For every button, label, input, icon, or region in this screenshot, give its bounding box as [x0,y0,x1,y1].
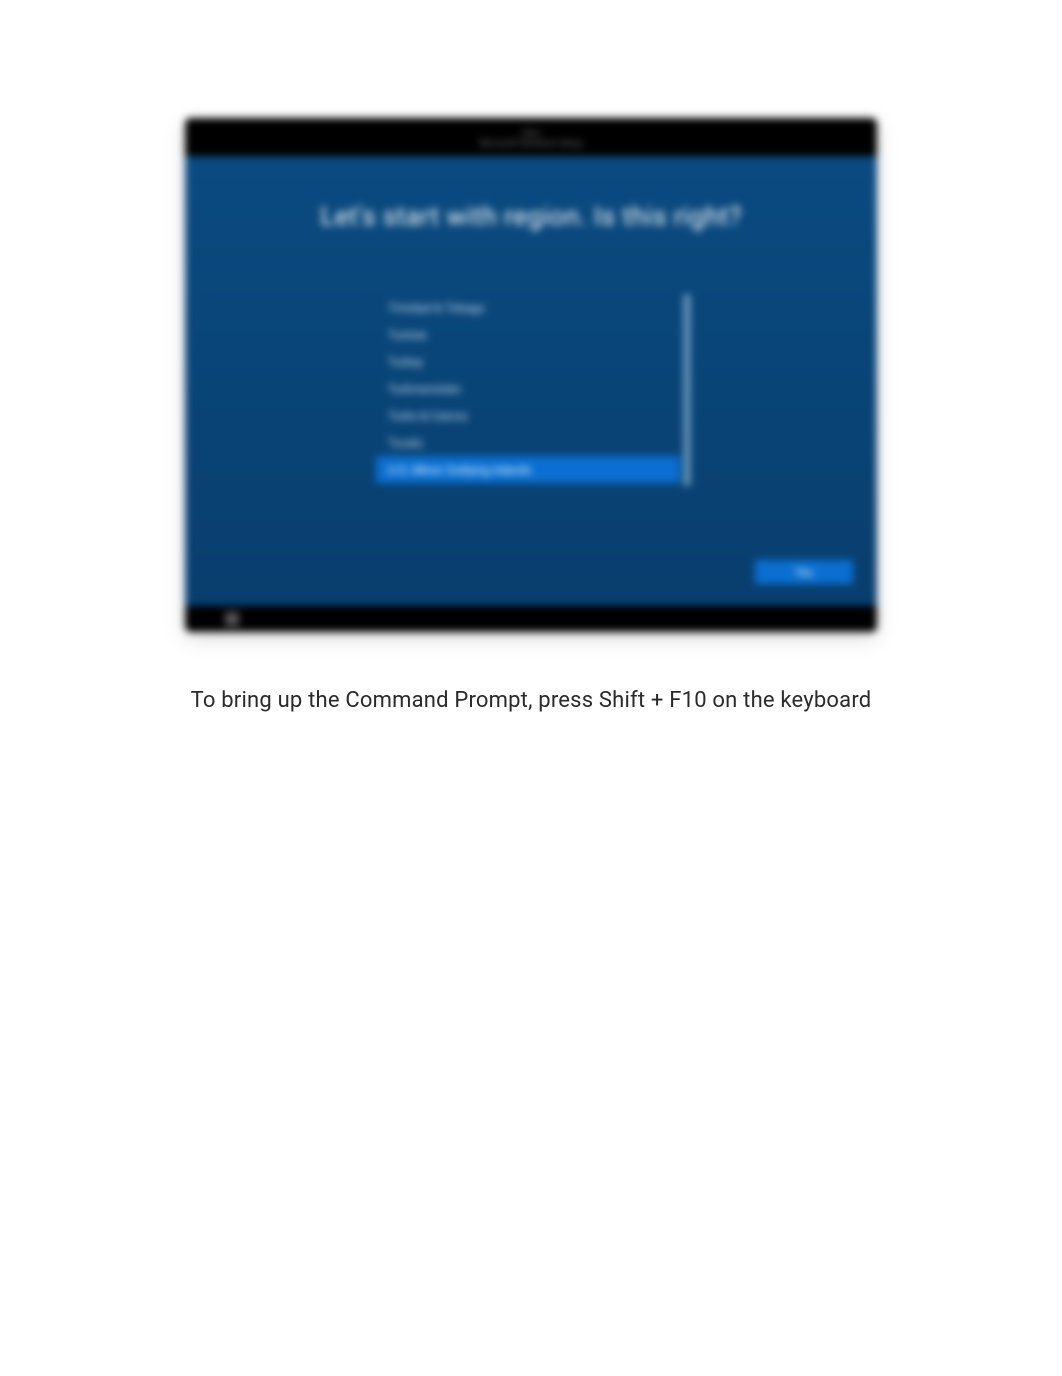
region-item[interactable]: Tuvalu [376,429,686,456]
document-page: Setup Microsoft Windows Setup Let's star… [0,0,1062,713]
region-item[interactable]: Tunisia [376,321,686,348]
titlebar-text-1: Setup [522,129,540,137]
region-item[interactable]: Trinidad & Tobago [376,294,686,321]
titlebar-text-2: Microsoft Windows Setup [479,139,582,149]
region-item[interactable]: Turkey [376,348,686,375]
scrollbar-thumb[interactable] [684,294,690,486]
taskbar [185,606,877,632]
yes-button[interactable]: Yes [755,560,853,584]
oobe-heading: Let's start with region. Is this right? [320,202,741,232]
region-item[interactable]: Turkmenistan [376,375,686,402]
oobe-region-screen: Let's start with region. Is this right? … [185,156,877,606]
region-item-selected[interactable]: U.S. Minor Outlying Islands [376,456,680,483]
window-titlebar: Setup Microsoft Windows Setup [185,118,877,156]
windows-oobe-screenshot: Setup Microsoft Windows Setup Let's star… [185,118,877,632]
region-list[interactable]: Trinidad & Tobago Tunisia Turkey Turkmen… [376,294,686,483]
region-item[interactable]: Turks & Caicos [376,402,686,429]
instruction-caption: To bring up the Command Prompt, press Sh… [0,688,1062,713]
accessibility-icon[interactable] [225,612,239,626]
